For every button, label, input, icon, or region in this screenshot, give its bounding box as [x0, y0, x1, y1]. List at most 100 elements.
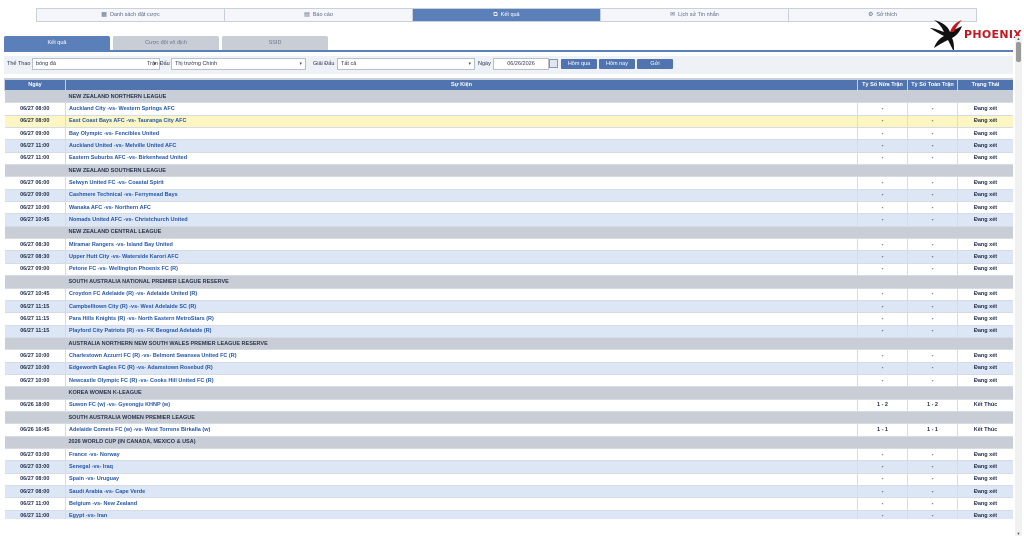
table-row[interactable]: 06/27 08:00 Saudi Arabia -vs- Cape Verde -… [4, 485, 1013, 499]
match-event-link[interactable]: Miramar Rangers -vs- Island Bay United [65, 238, 858, 252]
match-event-link[interactable]: Saudi Arabia -vs- Cape Verde [65, 485, 858, 499]
table-row[interactable]: 06/27 11:00 Eastern Suburbs AFC -vs- Birk… [4, 152, 1013, 166]
match-event-link[interactable]: Bay Olympic -vs- Fencibles United [65, 127, 858, 141]
full-time-score: - [907, 263, 958, 277]
league-select[interactable]: Tất cả ▾ [337, 58, 475, 70]
half-time-score: - [857, 448, 908, 462]
table-row[interactable]: 06/27 08:30 Miramar Rangers -vs- Island B… [4, 238, 1013, 252]
match-status: Đang xét [957, 152, 1013, 166]
table-row[interactable]: 06/27 09:00 Cashmere Technical -vs- Ferry… [4, 189, 1013, 203]
table-row[interactable]: 06/27 11:15 Campbelltown City (R) -vs- We… [4, 300, 1013, 314]
table-row[interactable]: 06/27 11:00 Auckland United -vs- Melville… [4, 139, 1013, 153]
match-event-link[interactable]: Suwon FC (w) -vs- Gyeongju KHNP (w) [65, 399, 858, 412]
match-event-link[interactable]: Spain -vs- Uruguay [65, 473, 858, 487]
message-icon: ✉ [670, 12, 676, 18]
match-status: Đang xét [957, 362, 1013, 375]
tab-nav-2[interactable]: ⧉ Kết quả [413, 9, 601, 21]
table-row[interactable]: 06/27 09:00 Bay Olympic -vs- Fencibles Un… [4, 127, 1013, 141]
match-event-link[interactable]: East Coast Bays AFC -vs- Tauranga City A… [65, 115, 858, 129]
tab-nav-label: Báo cáo [312, 12, 333, 18]
table-row[interactable]: 06/27 09:00 Petone FC -vs- Wellington Pho… [4, 263, 1013, 277]
sport-select[interactable]: bóng đá ▾ [32, 58, 160, 70]
match-event-link[interactable]: Newcastle Olympic FC (R) -vs- Cooks Hill… [65, 374, 858, 388]
half-time-score: - [857, 510, 908, 519]
half-time-score: - [857, 201, 908, 215]
date-input[interactable]: 06/26/2026 [493, 58, 549, 70]
subtab-2[interactable]: SSID [222, 36, 328, 50]
table-row[interactable]: 06/27 03:00 France -vs- Norway - - Đang xét [4, 448, 1013, 462]
match-status: Kết Thúc [957, 423, 1013, 437]
match-event-link[interactable]: Eastern Suburbs AFC -vs- Birkenhead Unit… [65, 152, 858, 166]
half-time-score: - [857, 312, 908, 326]
yesterday-button[interactable]: Hôm qua [561, 59, 597, 69]
table-row[interactable]: 06/27 06:00 Selwyn United FC -vs- Coastal… [4, 176, 1013, 190]
table-row[interactable]: 06/27 10:45 Nomads United AFC -vs- Christ… [4, 213, 1013, 227]
scroll-up-icon[interactable]: ▲ [1016, 36, 1021, 41]
vertical-scrollbar[interactable]: ▲ ▼ [1015, 36, 1022, 536]
match-event-link[interactable]: Belgium -vs- New Zealand [65, 497, 858, 511]
table-row[interactable]: 06/26 18:00 Suwon FC (w) -vs- Gyeongju KH… [4, 399, 1013, 412]
submit-button[interactable]: Gửi [637, 59, 673, 69]
sport-label: Thể Thao [7, 61, 31, 67]
table-row[interactable]: 06/27 11:15 Para Hills Knights (R) -vs- N… [4, 312, 1013, 326]
league-name: NEW ZEALAND NORTHERN LEAGUE [68, 93, 167, 100]
match-event-link[interactable]: Campbelltown City (R) -vs- West Adelaide… [65, 300, 858, 314]
match-event-link[interactable]: Senegal -vs- Iraq [65, 460, 858, 474]
match-date: 06/26 18:00 [4, 399, 66, 412]
subtab-0[interactable]: Kết quả [4, 36, 110, 50]
match-select[interactable]: Thị trường Chính ▾ [171, 58, 306, 70]
full-time-score: - [907, 115, 958, 129]
table-row[interactable]: 06/27 11:15 Playford City Patriots (R) -v… [4, 325, 1013, 338]
table-row[interactable]: 06/27 10:00 Newcastle Olympic FC (R) -vs-… [4, 374, 1013, 388]
table-row[interactable]: 06/27 10:00 Wanaka AFC -vs- Northern AFC -… [4, 201, 1013, 215]
league-name: AUSTRALIA NORTHERN NEW SOUTH WALES PREMI… [68, 340, 268, 347]
table-row[interactable]: 06/27 10:45 Croydon FC Adelaide (R) -vs- … [4, 288, 1013, 301]
table-row[interactable]: 06/27 08:00 Auckland City -vs- Western Sp… [4, 102, 1013, 116]
table-row[interactable]: 06/27 08:00 Spain -vs- Uruguay - - Đang xét [4, 473, 1013, 487]
table-row[interactable]: 06/27 10:00 Edgeworth Eagles FC (R) -vs- … [4, 362, 1013, 375]
match-event-link[interactable]: Croydon FC Adelaide (R) -vs- Adelaide Un… [65, 288, 858, 301]
calendar-icon[interactable] [549, 59, 558, 68]
match-date: 06/27 08:30 [4, 238, 66, 252]
table-row[interactable]: 06/27 11:00 Egypt -vs- Iran - - Đang xét [4, 510, 1013, 519]
match-event-link[interactable]: Adelaide Comets FC (w) -vs- West Torrens… [65, 423, 858, 437]
match-event-link[interactable]: Nomads United AFC -vs- Christchurch Unit… [65, 213, 858, 227]
subtab-1[interactable]: Cược đội vô địch [113, 36, 219, 50]
match-event-link[interactable]: Para Hills Knights (R) -vs- North Easter… [65, 312, 858, 326]
scroll-down-icon[interactable]: ▼ [1016, 531, 1021, 536]
today-button[interactable]: Hôm nay [599, 59, 635, 69]
tab-nav-3[interactable]: ✉ Lịch sử Tin nhắn [601, 9, 789, 21]
match-event-link[interactable]: Auckland City -vs- Western Springs AFC [65, 102, 858, 116]
league-header-row: 2026 WORLD CUP (IN CANADA, MEXICO & USA) [4, 436, 1013, 449]
table-row[interactable]: 06/27 10:00 Charlestown Azzurri FC (R) -v… [4, 349, 1013, 363]
full-time-score: 1 - 1 [907, 423, 958, 437]
table-row[interactable]: 06/26 16:45 Adelaide Comets FC (w) -vs- W… [4, 423, 1013, 437]
half-time-score: - [857, 127, 908, 141]
top-nav: ▦ Danh sách đặt cược ▤ Báo cáo ⧉ Kết quả ✉ Lịch… [36, 8, 977, 22]
match-event-link[interactable]: Auckland United -vs- Melville United AFC [65, 139, 858, 153]
result-icon: ⧉ [493, 12, 498, 18]
match-event-link[interactable]: Playford City Patriots (R) -vs- FK Beogr… [65, 325, 858, 338]
match-event-link[interactable]: France -vs- Norway [65, 448, 858, 462]
match-event-link[interactable]: Wanaka AFC -vs- Northern AFC [65, 201, 858, 215]
scroll-thumb[interactable] [1016, 42, 1021, 62]
match-status: Đang xét [957, 497, 1013, 511]
match-event-link[interactable]: Petone FC -vs- Wellington Phoenix FC (R) [65, 263, 858, 277]
half-time-score: - [857, 325, 908, 338]
table-row[interactable]: 06/27 03:00 Senegal -vs- Iraq - - Đang xét [4, 460, 1013, 474]
match-event-link[interactable]: Selwyn United FC -vs- Coastal Spirit [65, 176, 858, 190]
match-status: Đang xét [957, 263, 1013, 277]
tab-nav-0[interactable]: ▦ Danh sách đặt cược [37, 9, 225, 21]
match-select-value: Thị trường Chính [175, 61, 218, 67]
table-row[interactable]: 06/27 08:00 East Coast Bays AFC -vs- Taur… [4, 115, 1013, 129]
match-event-link[interactable]: Edgeworth Eagles FC (R) -vs- Adamstown R… [65, 362, 858, 375]
table-row[interactable]: 06/27 08:30 Upper Hutt City -vs- Watersid… [4, 250, 1013, 264]
match-event-link[interactable]: Egypt -vs- Iran [65, 510, 858, 519]
match-event-link[interactable]: Upper Hutt City -vs- Waterside Karori AF… [65, 250, 858, 264]
table-row[interactable]: 06/27 11:00 Belgium -vs- New Zealand - - Đan… [4, 497, 1013, 511]
match-event-link[interactable]: Cashmere Technical -vs- Ferrymead Bays [65, 189, 858, 203]
half-time-score: - [857, 263, 908, 277]
match-event-link[interactable]: Charlestown Azzurri FC (R) -vs- Belmont … [65, 349, 858, 363]
half-time-score: - [857, 362, 908, 375]
tab-nav-1[interactable]: ▤ Báo cáo [225, 9, 413, 21]
